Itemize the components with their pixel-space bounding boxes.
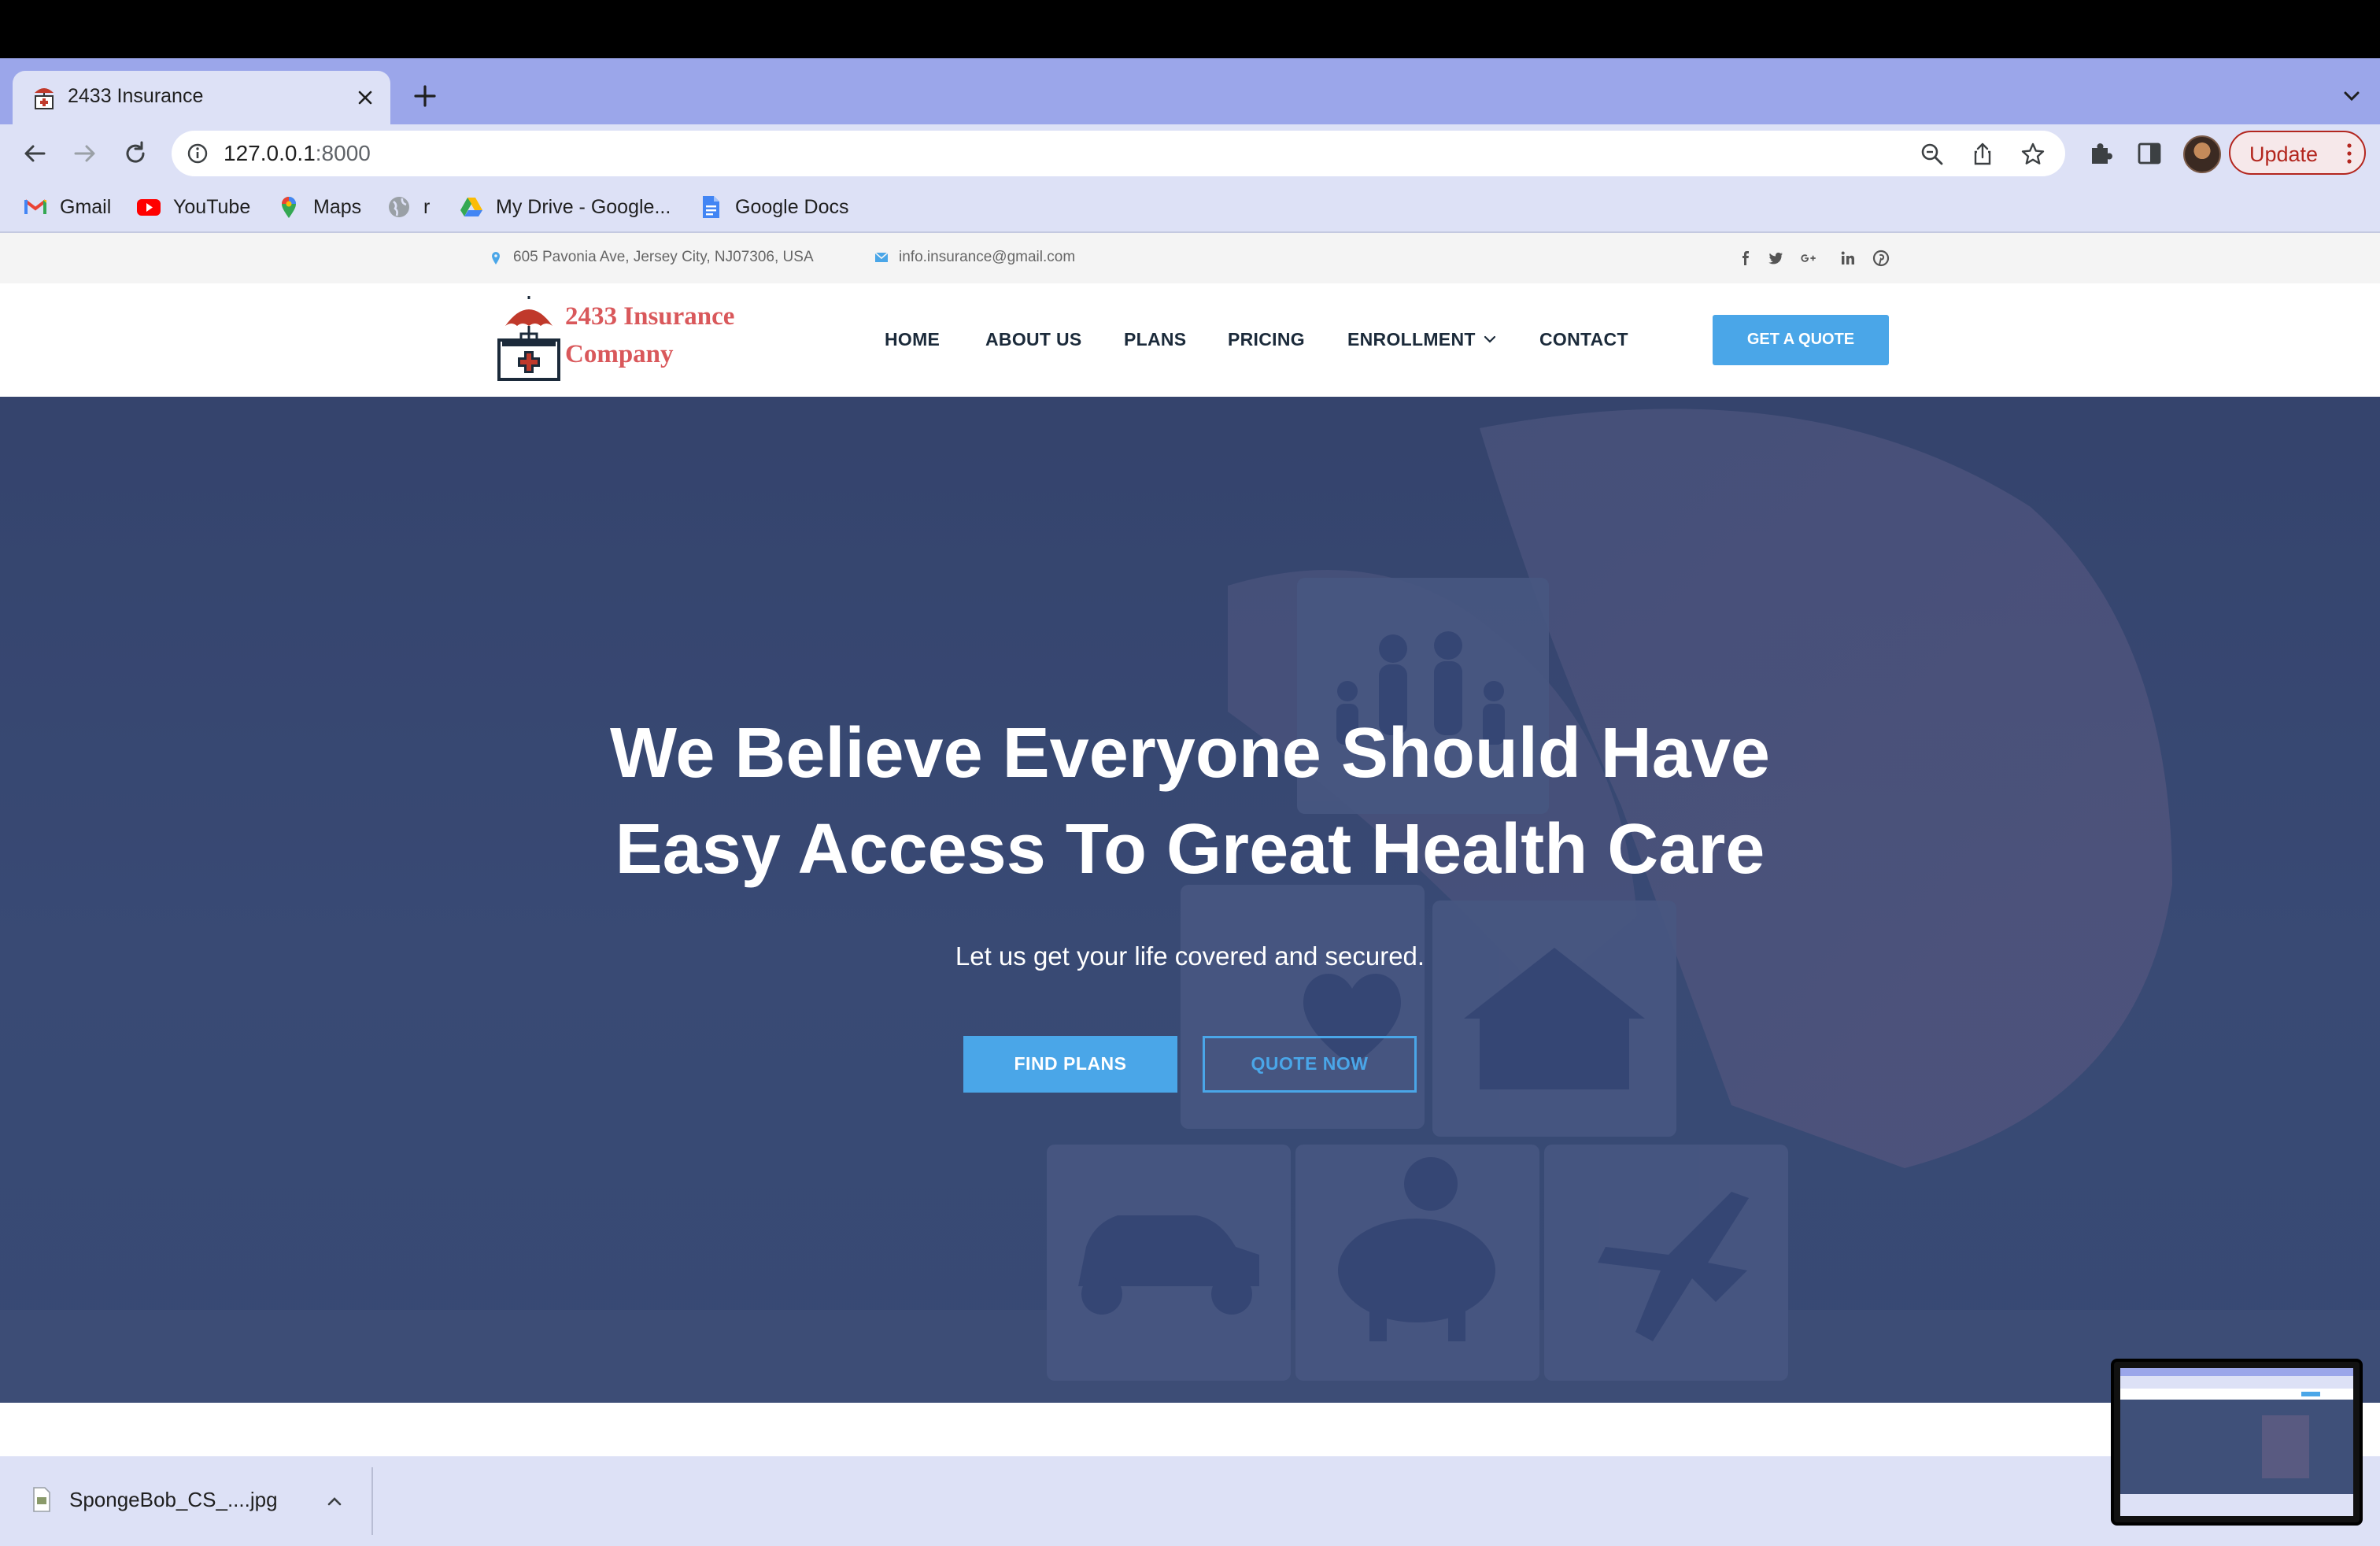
tab-title: 2433 Insurance (68, 85, 204, 107)
bookmark-label: My Drive - Google... (496, 195, 671, 218)
insurance-favicon-icon (35, 88, 54, 109)
envelope-icon (874, 252, 889, 262)
screenshot-preview-graphic (2120, 1368, 2353, 1516)
get-a-quote-label: GET A QUOTE (1746, 331, 1855, 348)
hero-subtitle: Let us get your life covered and secured… (955, 941, 1425, 971)
share-icon[interactable] (1969, 141, 1996, 168)
find-plans-button[interactable]: FIND PLANS (963, 1036, 1177, 1093)
bookmark-drive[interactable]: My Drive - Google... (458, 194, 671, 220)
quote-now-label: QUOTE NOW (1251, 1053, 1369, 1074)
close-tab-icon[interactable] (353, 85, 378, 110)
download-file-name: SpongeBob_CS_....jpg (69, 1487, 278, 1511)
bookmark-label: Maps (313, 195, 362, 218)
bookmark-maps[interactable]: Maps (275, 194, 361, 220)
logo-text-line2[interactable]: Company (565, 340, 674, 369)
bookmark-label: Gmail (60, 195, 112, 218)
site-info-icon[interactable] (186, 142, 209, 165)
nav-plans[interactable]: PLANS (1124, 329, 1186, 350)
pinterest-icon[interactable] (1872, 249, 1890, 268)
bookmark-r[interactable]: r (386, 194, 430, 220)
maps-icon (282, 197, 296, 218)
email-info[interactable]: info.insurance@gmail.com (874, 249, 1075, 266)
bookmark-docs[interactable]: Google Docs (697, 194, 849, 220)
map-pin-icon (492, 252, 500, 264)
reload-icon[interactable] (120, 138, 151, 169)
bookmark-youtube[interactable]: YouTube (135, 194, 250, 220)
update-label: Update (2249, 142, 2319, 166)
google-plus-icon[interactable] (1799, 249, 1818, 268)
gmail-icon (24, 199, 47, 214)
hero-section: We Believe Everyone Should Have Easy Acc… (0, 397, 2380, 1403)
address-info: 605 Pavonia Ave, Jersey City, NJ07306, U… (488, 249, 814, 266)
download-shelf: SpongeBob_CS_....jpg (0, 1456, 2380, 1546)
file-icon (33, 1487, 50, 1512)
drive-icon (460, 198, 482, 216)
bookmarks-bar: Gmail YouTube Maps r My Drive - Google..… (0, 183, 2380, 233)
url-port: :8000 (315, 141, 371, 165)
zoom-icon[interactable] (1919, 141, 1946, 168)
logo-text-line1[interactable]: 2433 Insurance (565, 302, 734, 331)
docs-icon (703, 196, 719, 218)
youtube-icon (137, 199, 161, 216)
chevron-down-icon[interactable] (1481, 331, 1499, 348)
webpage: 605 Pavonia Ave, Jersey City, NJ07306, U… (0, 233, 2380, 1456)
nav-contact[interactable]: CONTACT (1539, 329, 1628, 350)
facebook-icon[interactable] (1736, 249, 1755, 268)
nav-enrollment[interactable]: ENROLLMENT (1347, 329, 1476, 350)
bookmark-label: Google Docs (735, 195, 849, 218)
screen-top-bar (0, 0, 2380, 58)
screenshot-preview-image (2120, 1368, 2353, 1516)
address-text: 605 Pavonia Ave, Jersey City, NJ07306, U… (513, 249, 814, 265)
tab-search-chevron-icon[interactable] (2338, 82, 2366, 110)
kebab-menu-icon[interactable] (2345, 142, 2353, 165)
update-button[interactable]: Update (2229, 131, 2366, 175)
url-host: 127.0.0.1 (224, 141, 316, 165)
twitter-icon[interactable] (1766, 249, 1785, 268)
find-plans-label: FIND PLANS (1014, 1053, 1127, 1074)
browser-toolbar: 127.0.0.1:8000 Update (0, 124, 2380, 183)
back-arrow-icon[interactable] (19, 138, 50, 169)
new-tab-icon[interactable] (409, 80, 441, 112)
profile-avatar[interactable] (2183, 135, 2221, 173)
nav-pricing[interactable]: PRICING (1228, 329, 1305, 350)
insurance-blocks-background-image (0, 397, 2380, 1403)
download-item[interactable]: SpongeBob_CS_....jpg (31, 1486, 278, 1513)
bookmark-star-icon[interactable] (2020, 141, 2046, 168)
bookmark-label: YouTube (173, 195, 251, 218)
linkedin-icon[interactable] (1839, 249, 1857, 268)
globe-icon (389, 197, 409, 217)
nav-about-us[interactable]: ABOUT US (985, 329, 1082, 350)
hero-headline-line1: We Believe Everyone Should Have (610, 714, 1770, 793)
tab-strip: 2433 Insurance (0, 58, 2380, 124)
bookmark-label: r (423, 195, 431, 218)
browser-tab[interactable]: 2433 Insurance (13, 71, 390, 124)
extensions-puzzle-icon[interactable] (2086, 139, 2116, 168)
email-text: info.insurance@gmail.com (899, 249, 1076, 265)
side-panel-icon[interactable] (2134, 139, 2164, 168)
url-text: 127.0.0.1:8000 (224, 141, 371, 166)
get-a-quote-button[interactable]: GET A QUOTE (1713, 315, 1889, 365)
address-bar[interactable]: 127.0.0.1:8000 (172, 131, 2065, 176)
bookmark-gmail[interactable]: Gmail (22, 194, 111, 220)
quote-now-button[interactable]: QUOTE NOW (1203, 1036, 1417, 1093)
screenshot-preview-thumbnail[interactable] (2111, 1359, 2363, 1526)
nav-home[interactable]: HOME (885, 329, 940, 350)
main-navbar: 2433 Insurance Company HOME ABOUT US PLA… (0, 283, 2380, 397)
contact-topbar: 605 Pavonia Ave, Jersey City, NJ07306, U… (0, 233, 2380, 283)
forward-arrow-icon[interactable] (69, 138, 101, 169)
chevron-up-icon[interactable] (321, 1488, 348, 1515)
download-divider (371, 1467, 373, 1535)
hero-headline-line2: Easy Access To Great Health Care (615, 810, 1765, 889)
